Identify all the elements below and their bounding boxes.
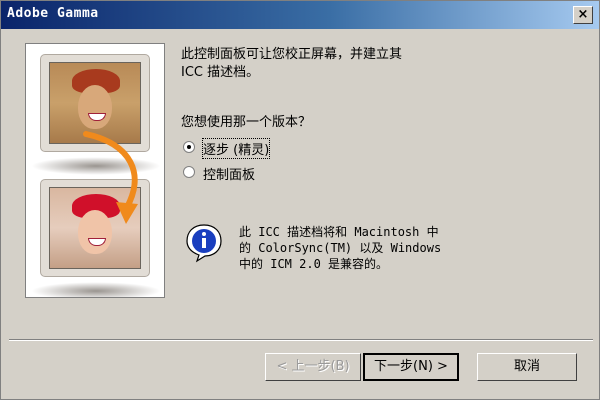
version-question: 您想使用那一个版本？	[181, 115, 312, 130]
radio-button[interactable]	[183, 166, 195, 178]
separator	[9, 339, 593, 341]
intro-text-line2: ICC 描述档。	[181, 65, 260, 80]
info-icon	[186, 224, 222, 263]
adobe-gamma-dialog: Adobe Gamma × 此控制面板可让您校正屏幕，并建立其 ICC 描述档。…	[0, 0, 600, 400]
next-button[interactable]: 下一步(N) >	[363, 353, 459, 381]
curved-arrow-icon	[83, 131, 138, 224]
back-button[interactable]: < 上一步(B)	[265, 353, 361, 381]
info-text-line1: 此 ICC 描述档将和 Macintosh 中	[239, 225, 439, 239]
radio-button[interactable]	[183, 141, 195, 153]
info-text-line2: 的 ColorSync(TM) 以及 Windows	[239, 241, 442, 255]
cancel-button[interactable]: 取消	[477, 353, 577, 381]
intro-text-line1: 此控制面板可让您校正屏幕，并建立其	[181, 47, 403, 62]
title-bar[interactable]: Adobe Gamma ×	[1, 1, 599, 29]
radio-label-wizard[interactable]: 逐步 (精灵)	[201, 138, 271, 159]
window-title: Adobe Gamma	[7, 6, 99, 21]
radio-selected-dot	[187, 145, 191, 149]
info-text-line3: 中的 ICM 2.0 是兼容的。	[239, 257, 389, 271]
close-button[interactable]: ×	[573, 6, 593, 24]
close-icon: ×	[577, 7, 589, 22]
gamma-illustration	[25, 43, 165, 298]
radio-label-control-panel[interactable]: 控制面板	[203, 164, 255, 183]
